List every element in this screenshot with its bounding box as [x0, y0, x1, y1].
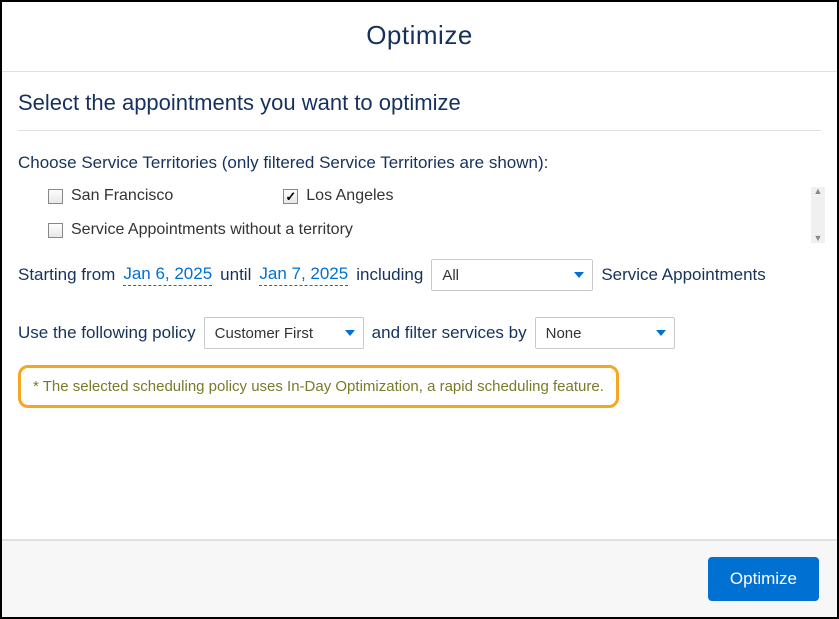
info-message: * The selected scheduling policy uses In… — [33, 378, 604, 395]
info-callout: * The selected scheduling policy uses In… — [18, 365, 619, 408]
modal-header: Optimize — [2, 2, 837, 72]
chevron-down-icon — [656, 330, 666, 336]
filter-select[interactable]: None — [535, 317, 675, 349]
scroll-up-icon: ▲ — [814, 187, 823, 196]
territory-row: Service Appointments without a territory — [48, 221, 791, 239]
end-date-link[interactable]: Jan 7, 2025 — [259, 264, 348, 286]
section-title: Select the appointments you want to opti… — [18, 90, 821, 131]
checkbox-san-francisco[interactable] — [48, 189, 63, 204]
chevron-down-icon — [345, 330, 355, 336]
optimize-modal: Optimize Select the appointments you wan… — [0, 0, 839, 619]
territory-label: Service Appointments without a territory — [71, 221, 353, 239]
territories-list: San Francisco Los Angeles Service Appoin… — [18, 187, 821, 239]
filter-prefix-label: and filter services by — [372, 323, 527, 343]
scrollbar[interactable]: ▲ ▼ — [811, 187, 825, 243]
policy-select-value: Customer First — [215, 325, 313, 342]
territory-label: San Francisco — [71, 187, 173, 205]
modal-body: Select the appointments you want to opti… — [2, 72, 837, 539]
optimize-button[interactable]: Optimize — [708, 557, 819, 601]
modal-title: Optimize — [2, 20, 837, 51]
territory-item-no-territory: Service Appointments without a territory — [48, 221, 353, 239]
territories-area: San Francisco Los Angeles Service Appoin… — [18, 187, 821, 239]
including-select-value: All — [442, 267, 459, 284]
chevron-down-icon — [574, 272, 584, 278]
checkbox-no-territory[interactable] — [48, 223, 63, 238]
policy-prefix-label: Use the following policy — [18, 323, 196, 343]
modal-footer: Optimize — [2, 539, 837, 617]
policy-select[interactable]: Customer First — [204, 317, 364, 349]
starting-from-label: Starting from — [18, 265, 115, 285]
including-select[interactable]: All — [431, 259, 593, 291]
service-appointments-label: Service Appointments — [601, 265, 765, 285]
policy-row: Use the following policy Customer First … — [18, 317, 821, 349]
until-label: until — [220, 265, 251, 285]
territory-label: Los Angeles — [306, 187, 393, 205]
territories-label: Choose Service Territories (only filtere… — [18, 153, 821, 173]
date-row: Starting from Jan 6, 2025 until Jan 7, 2… — [18, 259, 821, 291]
filter-select-value: None — [546, 325, 582, 342]
including-label: including — [356, 265, 423, 285]
territory-item-los-angeles: Los Angeles — [283, 187, 393, 205]
scroll-down-icon: ▼ — [814, 234, 823, 243]
start-date-link[interactable]: Jan 6, 2025 — [123, 264, 212, 286]
territory-row: San Francisco Los Angeles — [48, 187, 791, 205]
checkbox-los-angeles[interactable] — [283, 189, 298, 204]
territory-item-san-francisco: San Francisco — [48, 187, 173, 205]
